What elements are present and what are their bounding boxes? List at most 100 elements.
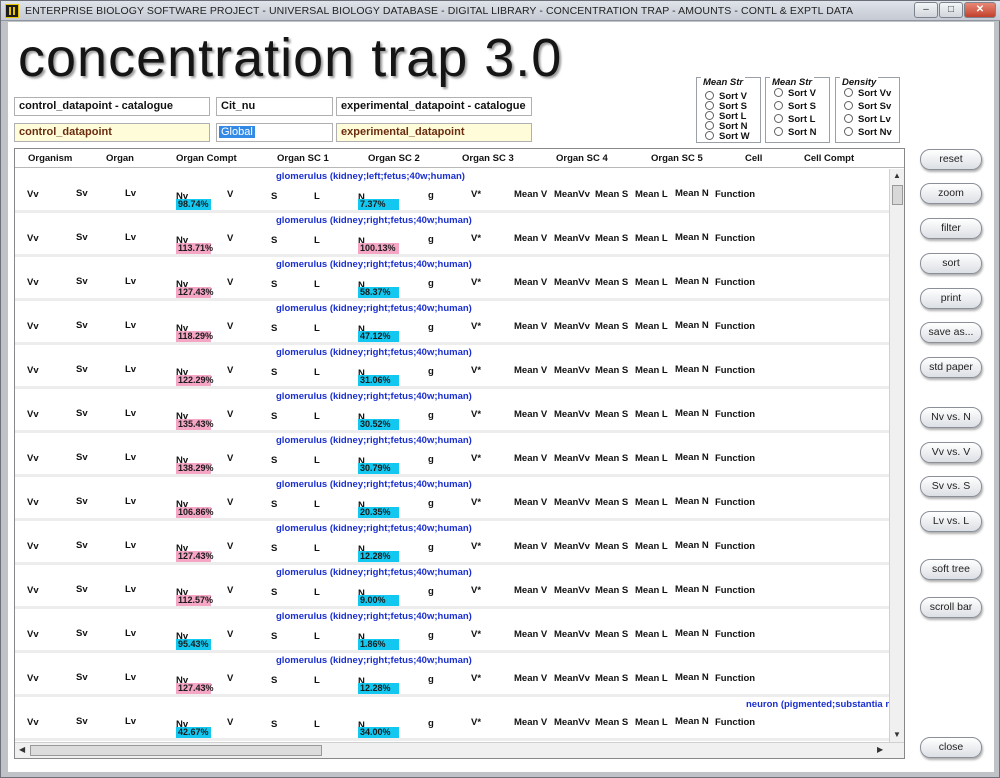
label-g: g	[428, 322, 434, 333]
radio-option[interactable]: Sort L	[774, 114, 815, 125]
column-header[interactable]: Organ SC 5	[651, 153, 703, 164]
row-tissue-name[interactable]: glomerulus (kidney;right;fetus;40w;human…	[276, 259, 472, 270]
label-mean-v: Mean V	[514, 233, 548, 244]
table-row[interactable]: neuron (pigmented;substantia n Vv Sv Lv Nv V S…	[15, 697, 889, 741]
scroll-bar-button[interactable]: scroll bar	[920, 597, 982, 618]
radio-option[interactable]: Sort Vv	[844, 88, 891, 99]
row-tissue-name[interactable]: glomerulus (kidney;right;fetus;40w;human…	[276, 391, 472, 402]
table-row[interactable]: glomerulus (kidney;right;fetus;40w;human…	[15, 301, 889, 345]
column-header[interactable]: Organism	[28, 153, 72, 164]
vv-vs-v-button[interactable]: Vv vs. V	[920, 442, 982, 463]
global-field[interactable]: Global	[216, 123, 333, 142]
column-header[interactable]: Cell Compt	[804, 153, 854, 164]
save-as-button[interactable]: save as...	[920, 322, 982, 343]
label-lv: Lv	[125, 276, 137, 287]
label-mean-s: Mean S	[595, 189, 629, 200]
experimental-datapoint-field[interactable]: experimental_datapoint	[336, 123, 532, 142]
table-row[interactable]: glomerulus (kidney;right;fetus;40w;human…	[15, 565, 889, 609]
radio-option-label: Sort Lv	[858, 114, 891, 125]
row-tissue-name[interactable]: glomerulus (kidney;right;fetus;40w;human…	[276, 523, 472, 534]
row-tissue-name[interactable]: glomerulus (kidney;right;fetus;40w;human…	[276, 611, 472, 622]
label-mean-s: Mean S	[595, 585, 629, 596]
table-row[interactable]: glomerulus (kidney;right;fetus;40w;human…	[15, 389, 889, 433]
row-tissue-name[interactable]: glomerulus (kidney;right;fetus;40w;human…	[276, 655, 472, 666]
column-header[interactable]: Organ	[106, 153, 134, 164]
zoom-button[interactable]: zoom	[920, 183, 982, 204]
row-tissue-name[interactable]: glomerulus (kidney;left;fetus;40w;human)	[276, 171, 465, 182]
label-v: V	[227, 321, 234, 332]
label-mean-vv: MeanVv	[554, 189, 590, 200]
horizontal-scrollbar[interactable]: ◀ ▶	[15, 742, 904, 758]
cit-nu-field[interactable]: Cit_nu	[216, 97, 333, 116]
column-header[interactable]: Organ SC 3	[462, 153, 514, 164]
label-mean-n: Mean N	[675, 584, 709, 595]
table-row[interactable]: glomerulus (kidney;right;fetus;40w;human…	[15, 521, 889, 565]
label-vstar: V*	[471, 673, 482, 684]
scroll-up-icon[interactable]: ▲	[893, 171, 901, 180]
radio-option[interactable]: Sort N	[774, 127, 817, 138]
label-s: S	[271, 235, 278, 246]
radio-option-label: Sort V	[788, 88, 816, 99]
row-tissue-name[interactable]: glomerulus (kidney;right;fetus;40w;human…	[276, 567, 472, 578]
table-row[interactable]: glomerulus (kidney;right;fetus;40w;human…	[15, 653, 889, 697]
label-sv: Sv	[76, 452, 88, 463]
label-vstar: V*	[471, 717, 482, 728]
scroll-left-icon[interactable]: ◀	[19, 745, 25, 754]
std-paper-button[interactable]: std paper	[920, 357, 982, 378]
close-button[interactable]: close	[920, 737, 982, 758]
label-mean-s: Mean S	[595, 321, 629, 332]
row-tissue-name[interactable]: glomerulus (kidney;right;fetus;40w;human…	[276, 435, 472, 446]
row-tissue-name[interactable]: neuron (pigmented;substantia n	[746, 699, 889, 710]
sort-button[interactable]: sort	[920, 253, 982, 274]
radio-option[interactable]: Sort V	[774, 88, 816, 99]
column-header[interactable]: Organ SC 4	[556, 153, 608, 164]
lv-vs-l-button[interactable]: Lv vs. L	[920, 511, 982, 532]
table-row[interactable]: glomerulus (kidney;right;fetus;40w;human…	[15, 609, 889, 653]
sv-vs-s-button[interactable]: Sv vs. S	[920, 476, 982, 497]
filter-button[interactable]: filter	[920, 218, 982, 239]
label-sv: Sv	[76, 584, 88, 595]
vertical-scroll-thumb[interactable]	[892, 185, 903, 205]
row-tissue-name[interactable]: glomerulus (kidney;right;fetus;40w;human…	[276, 479, 472, 490]
row-tissue-name[interactable]: glomerulus (kidney;right;fetus;40w;human…	[276, 215, 472, 226]
table-row[interactable]: glomerulus (kidney;right;fetus;40w;human…	[15, 477, 889, 521]
radio-option[interactable]: Sort Lv	[844, 114, 891, 125]
label-v: V	[227, 233, 234, 244]
label-sv: Sv	[76, 188, 88, 199]
control-datapoint-field[interactable]: control_datapoint	[14, 123, 210, 142]
scroll-right-icon[interactable]: ▶	[877, 745, 883, 754]
row-tissue-name[interactable]: glomerulus (kidney;right;fetus;40w;human…	[276, 347, 472, 358]
table-row[interactable]: glomerulus (kidney;right;fetus;40w;human…	[15, 257, 889, 301]
radio-option[interactable]: Sort S	[774, 101, 816, 112]
table-row[interactable]: glomerulus (kidney;left;fetus;40w;human)…	[15, 169, 889, 213]
table-row[interactable]: glomerulus (kidney;right;fetus;40w;human…	[15, 213, 889, 257]
control-catalogue-field[interactable]: control_datapoint - catalogue	[14, 97, 210, 116]
minimize-button[interactable]: –	[914, 2, 938, 18]
column-header[interactable]: Organ SC 1	[277, 153, 329, 164]
label-v: V	[227, 409, 234, 420]
label-lv: Lv	[125, 672, 137, 683]
vertical-scrollbar[interactable]: ▲ ▼	[889, 169, 904, 742]
radio-option[interactable]: Sort W	[705, 131, 750, 142]
scroll-down-icon[interactable]: ▼	[893, 730, 901, 739]
print-button[interactable]: print	[920, 288, 982, 309]
soft-tree-button[interactable]: soft tree	[920, 559, 982, 580]
column-header[interactable]: Organ SC 2	[368, 153, 420, 164]
column-header[interactable]: Organ Compt	[176, 153, 237, 164]
label-mean-vv: MeanVv	[554, 409, 590, 420]
column-header[interactable]: Cell	[745, 153, 762, 164]
maximize-button[interactable]: □	[939, 2, 963, 18]
window-close-button[interactable]: ✕	[964, 2, 996, 18]
radio-option[interactable]: Sort Nv	[844, 127, 892, 138]
label-mean-n: Mean N	[675, 628, 709, 639]
nv-vs-n-button[interactable]: Nv vs. N	[920, 407, 982, 428]
experimental-catalogue-field[interactable]: experimental_datapoint - catalogue	[336, 97, 532, 116]
radio-option[interactable]: Sort Sv	[844, 101, 891, 112]
label-mean-vv: MeanVv	[554, 541, 590, 552]
label-mean-l: Mean L	[635, 673, 668, 684]
row-tissue-name[interactable]: glomerulus (kidney;right;fetus;40w;human…	[276, 303, 472, 314]
reset-button[interactable]: reset	[920, 149, 982, 170]
horizontal-scroll-thumb[interactable]	[30, 745, 322, 756]
table-row[interactable]: glomerulus (kidney;right;fetus;40w;human…	[15, 433, 889, 477]
table-row[interactable]: glomerulus (kidney;right;fetus;40w;human…	[15, 345, 889, 389]
